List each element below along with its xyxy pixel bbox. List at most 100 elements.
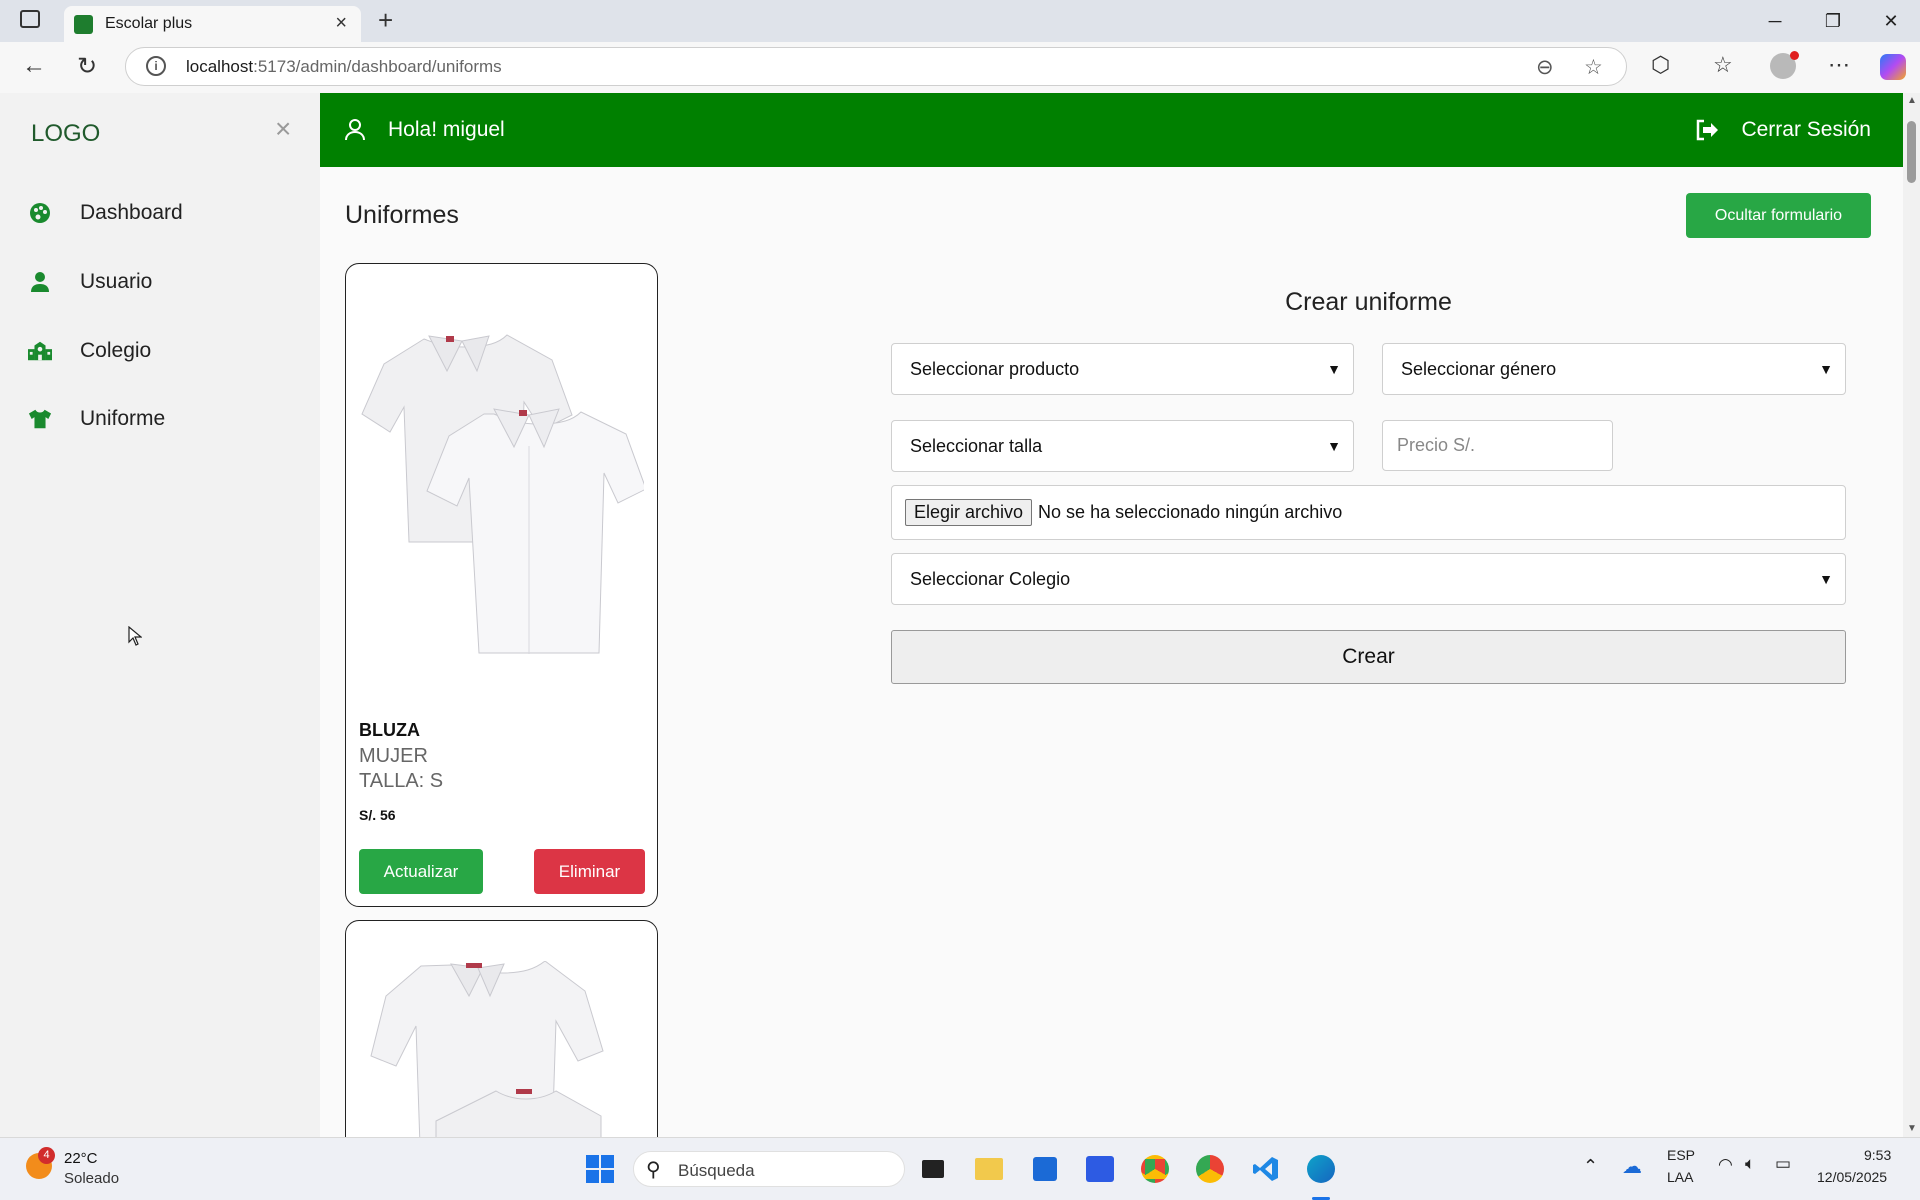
start-icon[interactable] bbox=[583, 1152, 617, 1186]
hide-form-button[interactable]: Ocultar formulario bbox=[1686, 193, 1871, 238]
mouse-cursor-icon bbox=[128, 626, 142, 646]
chevron-down-icon: ▼ bbox=[1327, 438, 1341, 454]
volume-icon[interactable]: 🔈︎ bbox=[1745, 1154, 1755, 1174]
gender-select[interactable]: Seleccionar género ▼ bbox=[1382, 343, 1846, 395]
blouse-image bbox=[370, 961, 604, 1159]
file-input[interactable]: Elegir archivo No se ha seleccionado nin… bbox=[891, 485, 1846, 540]
sidebar-item-usuario[interactable]: Usuario bbox=[28, 262, 152, 302]
sidebar-item-label: Usuario bbox=[80, 270, 153, 293]
tab-actions-icon[interactable] bbox=[20, 10, 40, 28]
product-price: S/. 56 bbox=[359, 807, 396, 823]
palette-icon bbox=[28, 201, 52, 225]
wifi-icon[interactable]: ◠ bbox=[1718, 1155, 1733, 1175]
taskbar-search[interactable]: ⚲ Búsqueda bbox=[633, 1151, 905, 1187]
blouse-image bbox=[361, 334, 644, 654]
new-tab-icon[interactable]: + bbox=[378, 5, 393, 36]
user-icon bbox=[28, 270, 52, 294]
more-menu-icon[interactable]: ⋯ bbox=[1828, 52, 1850, 78]
weather-temp: 22°C bbox=[64, 1150, 98, 1167]
sidebar-item-label: Uniforme bbox=[80, 407, 166, 430]
favicon-icon bbox=[74, 15, 93, 34]
product-name: BLUZA bbox=[359, 720, 420, 740]
clock-date[interactable]: 12/05/2025 bbox=[1817, 1169, 1887, 1185]
weather-badge: 4 bbox=[38, 1147, 55, 1164]
choose-file-button[interactable]: Elegir archivo bbox=[905, 499, 1033, 526]
battery-icon[interactable]: ▭ bbox=[1775, 1154, 1791, 1174]
store-icon[interactable] bbox=[1028, 1152, 1062, 1186]
sidebar-item-dashboard[interactable]: Dashboard bbox=[28, 193, 183, 233]
shirt-icon bbox=[28, 407, 52, 431]
user-outline-icon bbox=[345, 119, 365, 141]
read-aloud-icon[interactable]: ⊖ bbox=[1536, 55, 1554, 80]
app-icon[interactable] bbox=[1083, 1152, 1117, 1186]
create-button[interactable]: Crear bbox=[891, 630, 1846, 684]
logout-button[interactable]: Cerrar Sesión bbox=[1695, 93, 1871, 167]
greeting-text: Hola! miguel bbox=[388, 118, 505, 141]
favorites-icon[interactable]: ☆ bbox=[1713, 52, 1733, 78]
logo: LOGO bbox=[31, 120, 101, 147]
minimize-icon[interactable]: ─ bbox=[1746, 0, 1804, 42]
scroll-up-icon[interactable]: ▲ bbox=[1907, 95, 1917, 106]
product-select-value: Seleccionar producto bbox=[910, 358, 1080, 379]
sidebar-item-label: Dashboard bbox=[80, 201, 183, 224]
sidebar-close-icon[interactable]: × bbox=[275, 113, 291, 145]
restore-icon[interactable]: ❐ bbox=[1804, 0, 1862, 42]
browser-tab[interactable]: Escolar plus × bbox=[64, 6, 361, 42]
chevron-down-icon: ▼ bbox=[1819, 361, 1833, 377]
gender-select-value: Seleccionar género bbox=[1401, 358, 1557, 379]
tab-close-icon[interactable]: × bbox=[335, 12, 347, 35]
chevron-down-icon: ▼ bbox=[1327, 361, 1341, 377]
page-title: Uniformes bbox=[345, 201, 459, 229]
logout-label: Cerrar Sesión bbox=[1741, 118, 1871, 141]
search-placeholder: Búsqueda bbox=[678, 1161, 755, 1180]
delete-button[interactable]: Eliminar bbox=[534, 849, 645, 894]
clock-time[interactable]: 9:53 bbox=[1864, 1147, 1891, 1163]
top-bar: Hola! miguel Cerrar Sesión bbox=[320, 93, 1903, 167]
edge-icon[interactable] bbox=[1304, 1152, 1338, 1186]
file-explorer-icon[interactable] bbox=[972, 1152, 1006, 1186]
copilot-icon[interactable] bbox=[1880, 54, 1906, 80]
onedrive-icon[interactable]: ☁ bbox=[1622, 1154, 1642, 1179]
uniform-card bbox=[345, 920, 658, 1160]
size-select[interactable]: Seleccionar talla ▼ bbox=[891, 420, 1354, 472]
back-icon[interactable]: ← bbox=[22, 52, 46, 80]
search-icon: ⚲ bbox=[646, 1159, 661, 1181]
address-bar[interactable]: i localhost:5173/admin/dashboard/uniform… bbox=[125, 47, 1627, 86]
task-view-icon[interactable] bbox=[916, 1152, 950, 1186]
browser-tab-bar: Escolar plus × + ─ ❐ ✕ bbox=[0, 0, 1920, 42]
price-input[interactable]: Precio S/. bbox=[1382, 420, 1613, 471]
product-size: TALLA: S bbox=[359, 770, 444, 792]
product-select[interactable]: Seleccionar producto ▼ bbox=[891, 343, 1354, 395]
sidebar-item-uniforme[interactable]: Uniforme bbox=[28, 399, 165, 439]
window-controls: ─ ❐ ✕ bbox=[1746, 0, 1920, 42]
weather-desc: Soleado bbox=[64, 1170, 120, 1187]
taskbar: 4 22°C Soleado ⚲ Búsqueda ⌃ ☁ ESP LAA ◠ … bbox=[0, 1137, 1920, 1200]
size-select-value: Seleccionar talla bbox=[910, 435, 1043, 456]
reload-icon[interactable]: ↻ bbox=[77, 52, 97, 81]
favorite-star-icon[interactable]: ☆ bbox=[1584, 55, 1603, 80]
school-select[interactable]: Seleccionar Colegio ▼ bbox=[891, 553, 1846, 605]
sidebar-item-colegio[interactable]: Colegio bbox=[28, 331, 151, 371]
chrome-icon[interactable] bbox=[1138, 1152, 1172, 1186]
vscode-icon[interactable] bbox=[1249, 1152, 1283, 1186]
lang-bottom[interactable]: LAA bbox=[1667, 1169, 1693, 1185]
update-button[interactable]: Actualizar bbox=[359, 849, 483, 894]
file-status: No se ha seleccionado ningún archivo bbox=[1038, 502, 1343, 522]
profile-badge bbox=[1790, 51, 1799, 60]
page-scrollbar[interactable]: ▲ ▼ bbox=[1903, 93, 1920, 1137]
product-gender: MUJER bbox=[359, 745, 428, 767]
extensions-icon[interactable]: ⬡ bbox=[1651, 52, 1670, 78]
sidebar: LOGO × Dashboard Usuario Colegio Uniform… bbox=[0, 93, 320, 1137]
scroll-down-icon[interactable]: ▼ bbox=[1907, 1123, 1917, 1134]
scrollbar-thumb[interactable] bbox=[1907, 121, 1916, 183]
site-info-icon[interactable]: i bbox=[146, 56, 166, 76]
chrome-profile-icon[interactable] bbox=[1193, 1152, 1227, 1186]
lang-top[interactable]: ESP bbox=[1667, 1147, 1695, 1163]
tab-title: Escolar plus bbox=[105, 15, 193, 32]
close-window-icon[interactable]: ✕ bbox=[1862, 0, 1920, 42]
page: LOGO × Dashboard Usuario Colegio Uniform… bbox=[0, 93, 1903, 1160]
url-text: localhost:5173/admin/dashboard/uniforms bbox=[186, 57, 502, 76]
uniform-card: BLUZA MUJER TALLA: S S/. 56 Actualizar E… bbox=[345, 263, 658, 907]
chevron-down-icon: ▼ bbox=[1819, 571, 1833, 587]
tray-overflow-icon[interactable]: ⌃ bbox=[1583, 1156, 1598, 1177]
